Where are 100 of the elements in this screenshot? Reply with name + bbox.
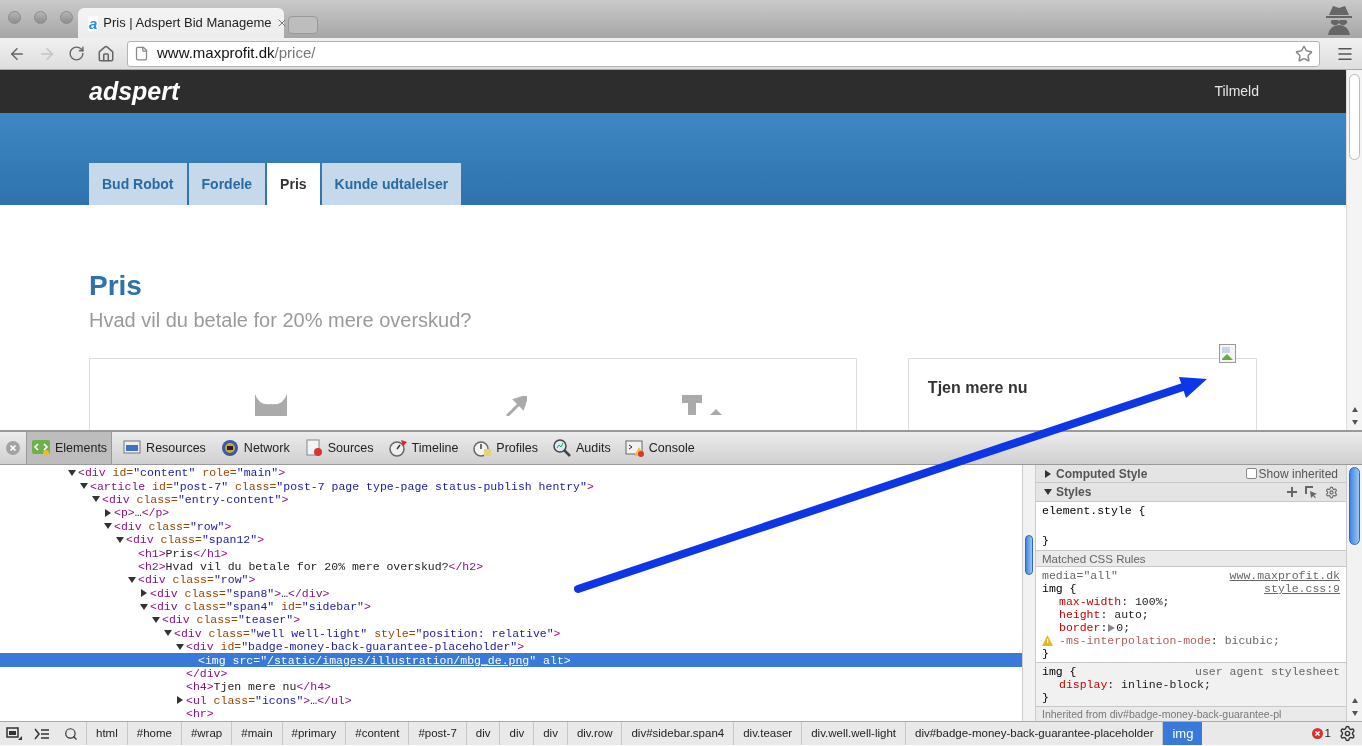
css-property[interactable]: border: 0; [1059,621,1131,634]
expand-arrow-icon[interactable] [80,482,88,491]
devtools-tab[interactable]: Network [215,432,294,464]
expand-arrow-icon[interactable] [164,629,172,638]
page-scrollbar[interactable] [1346,70,1362,430]
devtools-tab[interactable]: Timeline [383,432,463,464]
scrollbar-thumb[interactable] [1349,467,1360,545]
expand-arrow-icon[interactable] [140,589,148,598]
site-logo[interactable]: adspert [89,72,180,111]
dom-node[interactable]: <div class="teaser"> [162,613,301,627]
nav-tab[interactable]: Pris [267,163,320,205]
code-window-icon [31,438,51,458]
rule-selector: img { [1042,665,1077,678]
dom-node[interactable]: <div class="row"> [114,519,232,533]
console-icon[interactable] [34,727,50,740]
css-property[interactable]: -ms-interpolation-mode: bicubic; [1059,634,1280,647]
browser-tab[interactable]: a Pris | Adspert Bid Manageme [78,8,284,38]
address-bar[interactable]: www.maxprofit.dk/price/ [127,40,1320,67]
styles-scrollbar[interactable] [1346,465,1362,721]
dom-node[interactable]: <div class="span8">…</div> [150,586,330,600]
magnifier-chart-icon [552,438,573,458]
breadcrumb[interactable]: div.row [566,722,622,745]
expand-arrow-icon[interactable] [128,575,136,584]
element-picker-icon[interactable] [1305,486,1317,498]
css-property[interactable]: max-width: 100%; [1059,595,1170,608]
expand-arrow-icon[interactable] [176,642,184,651]
devtools-tab[interactable]: Profiles [468,432,543,464]
breadcrumb[interactable]: #wrap [180,722,232,745]
breadcrumb[interactable]: #main [231,722,282,745]
checkbox[interactable] [1245,468,1257,479]
error-count[interactable]: 1 [1324,724,1331,743]
signup-link[interactable]: Tilmeld [1214,81,1259,102]
expand-arrow-icon[interactable] [116,535,124,544]
expand-arrow-icon[interactable] [1044,469,1052,478]
source-link[interactable]: www.maxprofit.dk [1229,569,1340,582]
nav-tab[interactable]: Bud Robot [89,163,187,205]
dom-node[interactable]: </div> [186,667,228,681]
dom-node[interactable]: <ul class="icons">…</ul> [186,693,352,707]
source-link[interactable]: style.css:9 [1264,582,1340,595]
search-icon[interactable] [64,726,78,741]
dom-node[interactable]: <div id="content" role="main"> [78,466,286,480]
reload-icon[interactable] [68,45,85,62]
clock-gauge-icon [472,438,493,458]
dom-node[interactable]: <div class="span4" id="sidebar"> [150,600,371,614]
rule-brace: } [1042,533,1049,548]
nav-tab[interactable]: Fordele [188,163,266,205]
dom-node[interactable]: <hr> [186,707,214,721]
breadcrumb[interactable]: div.teaser [733,722,802,745]
expand-arrow-icon[interactable] [92,495,100,504]
nav-tab[interactable]: Kunde udtalelser [321,163,462,205]
plus-icon[interactable] [1287,487,1297,497]
dom-node[interactable]: <div class="entry-content"> [102,492,289,506]
expand-arrow-icon[interactable] [176,696,184,705]
breadcrumb[interactable]: div#sidebar.span4 [621,722,734,745]
breadcrumb[interactable]: div [465,722,500,745]
breadcrumb[interactable]: #home [126,722,181,745]
expand-arrow-icon[interactable] [104,522,112,531]
devtools-tab[interactable]: Audits [548,432,615,464]
dom-node[interactable]: <h2>Hvad vil du betale for 20% mere overskud?</h2> [138,559,484,573]
expand-arrow-icon[interactable] [1044,488,1052,496]
expand-arrow-icon[interactable] [152,616,160,624]
rule-brace: } [1042,647,1049,660]
breadcrumb[interactable]: #primary [281,722,346,745]
dom-node[interactable]: <div class="well well-light" style="position: relative"> [174,626,561,640]
dock-icon[interactable] [6,726,22,741]
home-icon[interactable] [97,44,115,63]
breadcrumb[interactable]: #content [345,722,409,745]
scrollbar-thumb[interactable] [1025,535,1033,575]
dom-node[interactable]: <img src="/static/images/illustration/mbg_de.png" alt> [198,653,571,667]
breadcrumb[interactable]: html [86,722,127,745]
expand-arrow-icon[interactable] [68,468,76,477]
css-property[interactable]: display: inline-block; [1059,678,1211,691]
breadcrumb[interactable]: div.well.well-light [801,722,905,745]
settings-icon[interactable] [1339,725,1356,742]
dom-node[interactable]: <article id="post-7" class="post-7 page type-page status-publish hentry"> [90,479,594,493]
dom-node[interactable]: <h4>Tjen mere nu</h4> [186,680,331,694]
dom-node[interactable]: <div class="span12"> [126,533,265,547]
panel-header[interactable]: Computed Style Show inherited [1036,465,1346,483]
breadcrumb[interactable]: div [533,722,567,745]
bookmark-star-icon[interactable] [1295,44,1313,63]
dom-node[interactable]: <div class="row"> [138,573,256,587]
breadcrumb[interactable]: img [1162,722,1203,745]
scrollbar-thumb[interactable] [1349,74,1360,160]
dom-scrollbar[interactable] [1022,465,1036,721]
dom-node[interactable]: <p>…</p> [114,506,170,520]
breadcrumb[interactable]: #post-7 [408,722,466,745]
checkbox-label: Show inherited [1258,465,1338,483]
tab-title: Pris | Adspert Bid Manageme [103,14,272,33]
devtools-tab[interactable]: Elements [26,432,113,464]
breadcrumb[interactable]: div [499,722,534,745]
devtools-tab[interactable]: Resources [118,432,210,464]
dom-node[interactable]: <h1>Pris</h1> [138,546,228,560]
expand-arrow-icon[interactable] [140,602,148,611]
devtools-tab[interactable]: Sources [299,432,378,464]
panel-header[interactable]: Styles [1036,483,1346,502]
dom-node[interactable]: <div id="badge-money-back-guarantee-placeholder"> [186,640,525,654]
devtools-tab[interactable]: Console [620,432,699,464]
expand-arrow-icon[interactable] [104,508,112,517]
section-title: Computed Style [1056,465,1148,483]
css-property[interactable]: height: auto; [1059,608,1149,621]
